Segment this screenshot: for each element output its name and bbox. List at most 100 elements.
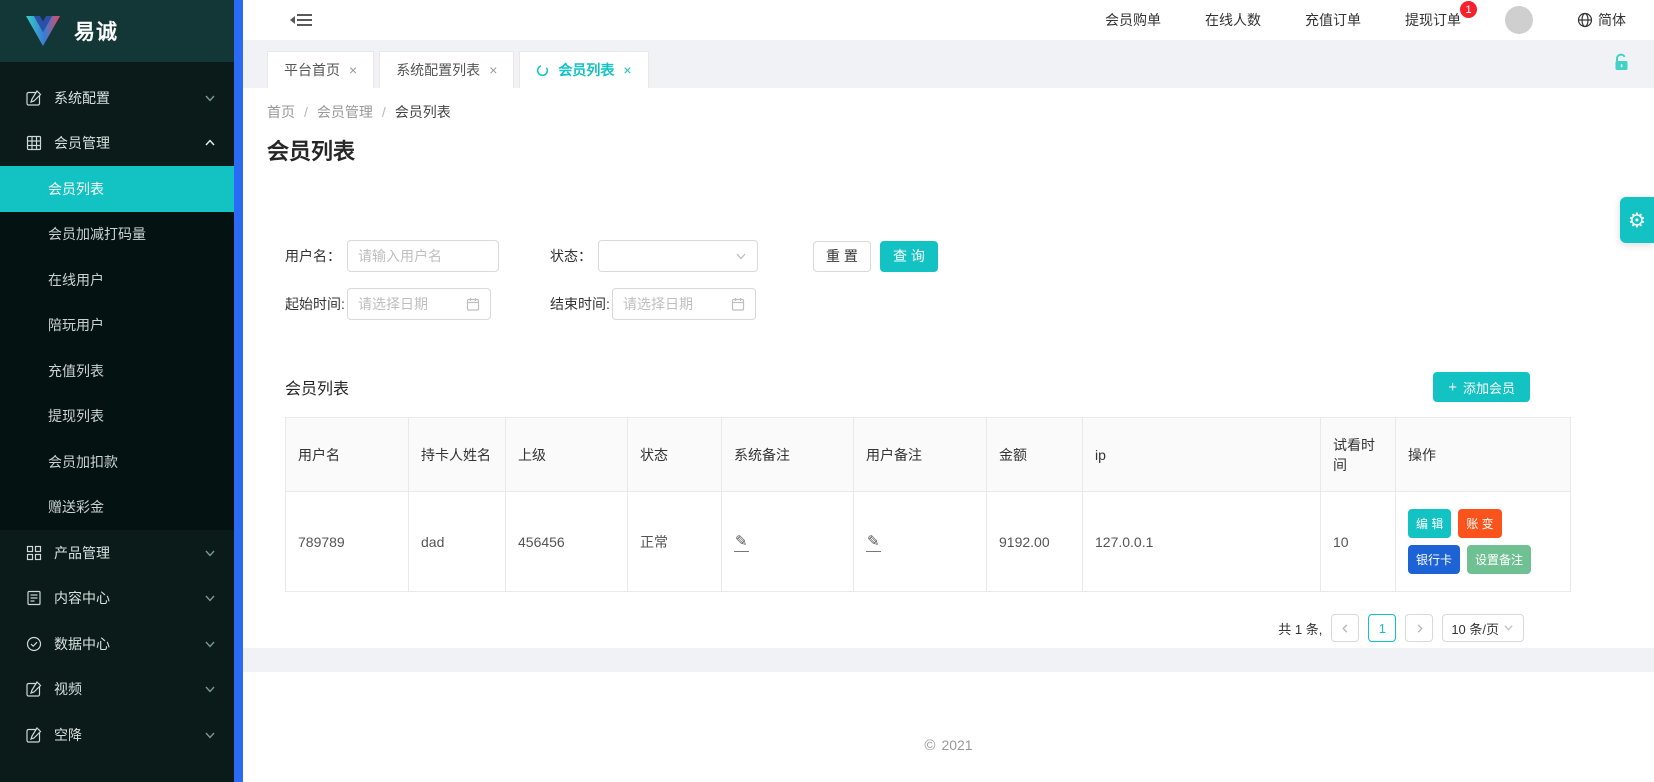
end-date-picker[interactable]: 请选择日期 (612, 288, 756, 320)
sidebar-item-data-center[interactable]: 数据中心 (0, 621, 234, 667)
nav-recharge-orders[interactable]: 充值订单 (1305, 10, 1361, 30)
tab-label: 会员列表 (558, 60, 614, 80)
settings-gear-button[interactable]: ⚙ (1620, 197, 1654, 243)
col-ip: ip (1083, 418, 1321, 492)
add-member-label: 添加会员 (1463, 378, 1515, 397)
search-button[interactable]: 查 询 (880, 241, 938, 272)
sidebar-subitem-member-code-adjust[interactable]: 会员加减打码量 (0, 212, 234, 258)
unlock-icon[interactable] (1613, 53, 1630, 71)
col-user-remark: 用户备注 (854, 418, 987, 492)
sidebar-subitem-member-list[interactable]: 会员列表 (0, 166, 234, 212)
sidebar-subitem-member-add-deduct[interactable]: 会员加扣款 (0, 439, 234, 485)
edit-button[interactable]: 编 辑 (1408, 509, 1451, 538)
submenu-label: 会员列表 (48, 179, 104, 199)
cell-amount: 9192.00 (987, 492, 1083, 592)
page-size-select[interactable]: 10 条/页 (1442, 614, 1524, 642)
breadcrumb-member-management[interactable]: 会员管理 (317, 102, 373, 122)
sidebar-item-system-config[interactable]: 系统配置 (0, 75, 234, 121)
chevron-down-icon (204, 729, 216, 741)
nav-online-count[interactable]: 在线人数 (1205, 10, 1261, 30)
nav-withdraw-orders[interactable]: 提现订单 1 (1405, 10, 1461, 30)
menu-fold-icon[interactable] (290, 10, 314, 30)
close-icon[interactable]: × (623, 62, 631, 78)
close-icon[interactable]: × (349, 62, 357, 78)
end-time-label: 结束时间: (550, 294, 612, 315)
filter-form: 用户名： 状态： 重 置 查 询 起 (285, 240, 1570, 320)
col-amount: 金额 (987, 418, 1083, 492)
refresh-icon[interactable] (536, 64, 549, 77)
sidebar-subitem-gift-bonus[interactable]: 赠送彩金 (0, 485, 234, 531)
table-section-title: 会员列表 (285, 375, 349, 399)
calendar-icon (466, 297, 480, 311)
prev-page-button[interactable] (1331, 614, 1359, 642)
col-parent: 上级 (506, 418, 628, 492)
start-date-picker[interactable]: 请选择日期 (347, 288, 491, 320)
cell-parent: 456456 (506, 492, 628, 592)
cell-username: 789789 (286, 492, 409, 592)
page-title: 会员列表 (267, 134, 1630, 166)
sidebar-item-label: 系统配置 (54, 88, 192, 108)
status-select[interactable] (598, 240, 758, 272)
col-trial-time: 试看时间 (1321, 418, 1396, 492)
status-label: 状态： (550, 246, 598, 267)
page-size-value: 10 条/页 (1451, 619, 1499, 638)
sidebar-scrollbar[interactable] (234, 0, 243, 782)
account-change-button[interactable]: 账 变 (1458, 509, 1501, 538)
top-header: 会员购单 在线人数 充值订单 提现订单 1 简体 (243, 0, 1654, 40)
member-list-panel: 用户名： 状态： 重 置 查 询 起 (267, 240, 1570, 642)
date-placeholder: 请选择日期 (358, 294, 466, 314)
sidebar-item-content-center[interactable]: 内容中心 (0, 576, 234, 622)
edit-square-icon (26, 90, 42, 106)
close-icon[interactable]: × (489, 62, 497, 78)
check-circle-icon (26, 636, 42, 652)
sidebar-subitem-companion-users[interactable]: 陪玩用户 (0, 303, 234, 349)
reset-button[interactable]: 重 置 (813, 241, 871, 272)
add-member-button[interactable]: + 添加会员 (1433, 372, 1530, 402)
chevron-down-icon (204, 638, 216, 650)
submenu-label: 会员加减打码量 (48, 224, 146, 244)
sidebar-item-video[interactable]: 视频 (0, 667, 234, 713)
sidebar-item-airdrop[interactable]: 空降 (0, 712, 234, 758)
tab-system-config-list[interactable]: 系统配置列表 × (379, 51, 514, 88)
table-icon (26, 135, 42, 151)
sidebar-subitem-withdraw-list[interactable]: 提现列表 (0, 394, 234, 440)
next-page-button[interactable] (1405, 614, 1433, 642)
language-switcher[interactable]: 简体 (1577, 10, 1626, 30)
tab-bar: 平台首页 × 系统配置列表 × 会员列表 × (243, 40, 1654, 88)
sidebar-item-product-management[interactable]: 产品管理 (0, 530, 234, 576)
user-avatar[interactable] (1505, 6, 1533, 34)
username-input[interactable] (347, 240, 499, 272)
edit-square-icon (26, 681, 42, 697)
breadcrumb-home[interactable]: 首页 (267, 102, 295, 122)
sidebar-item-member-management[interactable]: 会员管理 (0, 121, 234, 167)
chevron-down-icon (1503, 622, 1515, 634)
tab-member-list[interactable]: 会员列表 × (519, 51, 648, 88)
username-label: 用户名： (285, 246, 347, 267)
edit-pencil-icon[interactable]: ✎ (866, 532, 881, 552)
sidebar-subitem-recharge-list[interactable]: 充值列表 (0, 348, 234, 394)
set-remark-button[interactable]: 设置备注 (1467, 545, 1531, 574)
bank-card-button[interactable]: 银行卡 (1408, 545, 1460, 574)
main-area: 会员购单 在线人数 充值订单 提现订单 1 简体 平台首页 (243, 0, 1654, 782)
table-header-row: 用户名 持卡人姓名 上级 状态 系统备注 用户备注 金额 ip 试看时间 操作 (286, 418, 1571, 492)
pagination: 共 1 条, 1 10 条/页 (285, 614, 1570, 642)
edit-pencil-icon[interactable]: ✎ (734, 532, 749, 552)
submenu-label: 赠送彩金 (48, 497, 104, 517)
tab-platform-home[interactable]: 平台首页 × (267, 51, 374, 88)
sidebar: 易诚 系统配置 会员管理 (0, 0, 234, 782)
document-icon (26, 590, 42, 606)
table-row: 789789 dad 456456 正常 ✎ ✎ 9192.00 127.0.0… (286, 492, 1571, 592)
gear-icon: ⚙ (1628, 208, 1646, 233)
cell-actions: 编 辑 账 变 银行卡 设置备注 (1396, 492, 1571, 592)
breadcrumb-separator: / (382, 104, 386, 120)
cell-ip: 127.0.0.1 (1083, 492, 1321, 592)
chevron-down-icon (204, 547, 216, 559)
sidebar-item-label: 产品管理 (54, 543, 192, 563)
page-number-button[interactable]: 1 (1368, 614, 1396, 642)
breadcrumb: 首页 / 会员管理 / 会员列表 (267, 102, 1630, 122)
nav-member-orders[interactable]: 会员购单 (1105, 10, 1161, 30)
tab-label: 系统配置列表 (396, 60, 480, 80)
sidebar-subitem-online-users[interactable]: 在线用户 (0, 257, 234, 303)
nav-withdraw-label: 提现订单 (1405, 12, 1461, 28)
member-table: 用户名 持卡人姓名 上级 状态 系统备注 用户备注 金额 ip 试看时间 操作 (285, 417, 1571, 592)
